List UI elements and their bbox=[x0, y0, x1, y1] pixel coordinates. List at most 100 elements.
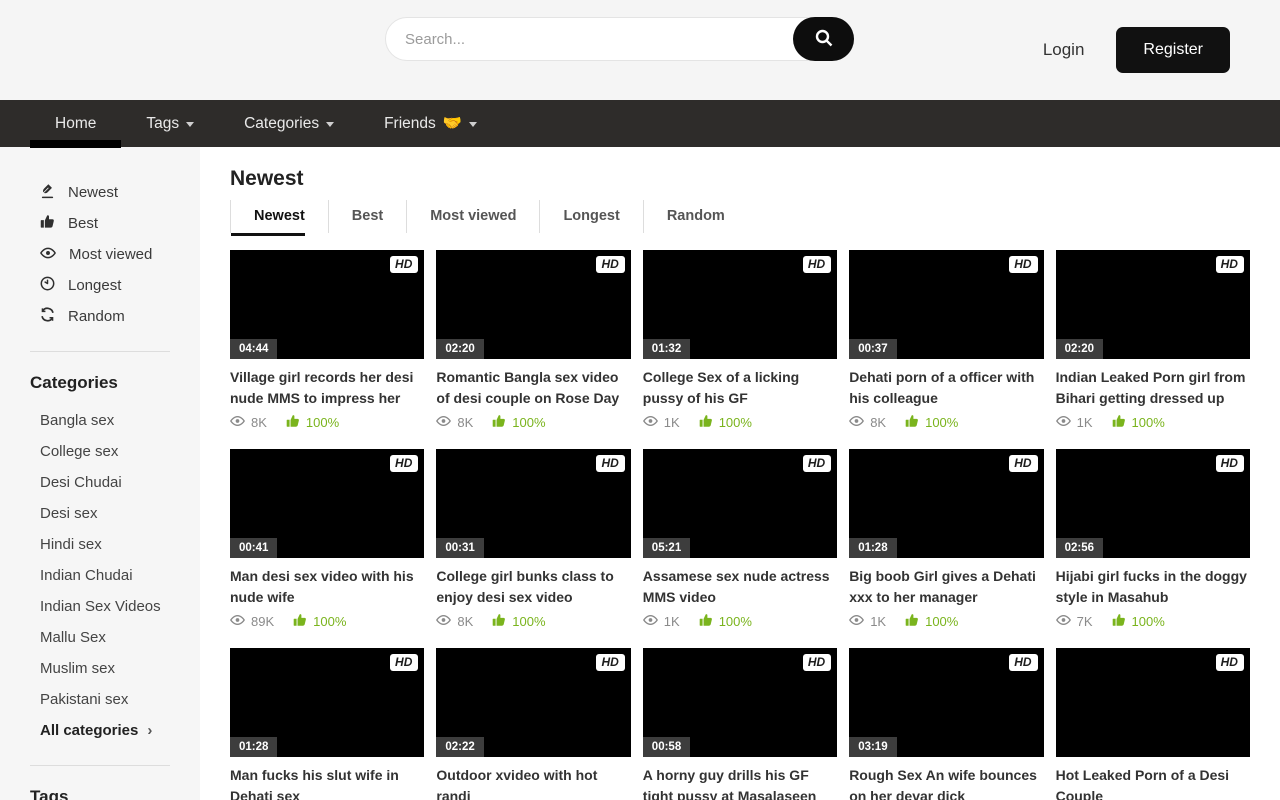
video-stats: 8K 100% bbox=[436, 613, 630, 630]
video-card[interactable]: HD 04:44 Village girl records her desi n… bbox=[230, 250, 424, 431]
video-title[interactable]: A horny guy drills his GF tight pussy at… bbox=[643, 765, 837, 800]
video-grid: HD 04:44 Village girl records her desi n… bbox=[230, 250, 1250, 800]
video-thumbnail[interactable]: HD 00:58 bbox=[643, 648, 837, 757]
rating: 100% bbox=[905, 414, 958, 431]
sidebar-category-link[interactable]: Mallu Sex bbox=[0, 622, 200, 653]
video-card[interactable]: HD 02:56 Hijabi girl fucks in the doggy … bbox=[1056, 449, 1250, 630]
video-title[interactable]: Indian Leaked Porn girl from Bihari gett… bbox=[1056, 367, 1250, 409]
video-thumbnail[interactable]: HD 02:22 bbox=[436, 648, 630, 757]
sort-tab[interactable]: Newest bbox=[230, 200, 328, 233]
video-thumbnail[interactable]: HD bbox=[1056, 648, 1250, 757]
video-thumbnail[interactable]: HD 01:28 bbox=[849, 449, 1043, 558]
video-thumbnail[interactable]: HD 05:21 bbox=[643, 449, 837, 558]
video-card[interactable]: HD 00:37 Dehati porn of a officer with h… bbox=[849, 250, 1043, 431]
video-title[interactable]: Big boob Girl gives a Dehati xxx to her … bbox=[849, 566, 1043, 608]
nav-item-tags[interactable]: Tags bbox=[121, 100, 219, 147]
video-title[interactable]: Romantic Bangla sex video of desi couple… bbox=[436, 367, 630, 409]
duration-badge: 00:37 bbox=[849, 339, 896, 359]
sort-tab[interactable]: Best bbox=[328, 200, 406, 233]
video-thumbnail[interactable]: HD 00:37 bbox=[849, 250, 1043, 359]
sidebar-category-link[interactable]: Pakistani sex bbox=[0, 684, 200, 715]
search-input[interactable] bbox=[385, 17, 854, 61]
hd-badge: HD bbox=[596, 256, 624, 273]
video-title[interactable]: Dehati porn of a officer with his collea… bbox=[849, 367, 1043, 409]
register-button[interactable]: Register bbox=[1116, 27, 1230, 73]
rating-value: 100% bbox=[1132, 614, 1165, 629]
sidebar-item-most-viewed[interactable]: Most viewed bbox=[0, 239, 200, 270]
video-thumbnail[interactable]: HD 02:20 bbox=[1056, 250, 1250, 359]
categories-heading: Categories bbox=[30, 373, 200, 393]
video-card[interactable]: HD 00:41 Man desi sex video with his nud… bbox=[230, 449, 424, 630]
video-title[interactable]: College Sex of a licking pussy of his GF bbox=[643, 367, 837, 409]
view-count: 89K bbox=[230, 614, 274, 629]
all-categories-link[interactable]: All categories bbox=[0, 715, 200, 746]
eye-icon bbox=[643, 415, 658, 430]
video-title[interactable]: Hot Leaked Porn of a Desi Couple bbox=[1056, 765, 1250, 800]
sidebar-item-best[interactable]: Best bbox=[0, 208, 200, 239]
video-title[interactable]: Rough Sex An wife bounces on her devar d… bbox=[849, 765, 1043, 800]
video-title[interactable]: College girl bunks class to enjoy desi s… bbox=[436, 566, 630, 608]
sidebar-category-link[interactable]: Muslim sex bbox=[0, 653, 200, 684]
video-card[interactable]: HD 05:21 Assamese sex nude actress MMS v… bbox=[643, 449, 837, 630]
nav-item-categories[interactable]: Categories bbox=[219, 100, 359, 147]
video-card[interactable]: HD 00:58 A horny guy drills his GF tight… bbox=[643, 648, 837, 800]
video-stats: 1K 100% bbox=[643, 414, 837, 431]
sidebar-category-link[interactable]: Indian Chudai bbox=[0, 560, 200, 591]
video-card[interactable]: HD 03:19 Rough Sex An wife bounces on he… bbox=[849, 648, 1043, 800]
sidebar-category-link[interactable]: College sex bbox=[0, 436, 200, 467]
eye-icon bbox=[1056, 614, 1071, 629]
nav-item-friends[interactable]: Friends 🤝 bbox=[359, 100, 502, 147]
sidebar-category-link[interactable]: Desi Chudai bbox=[0, 467, 200, 498]
video-thumbnail[interactable]: HD 02:20 bbox=[436, 250, 630, 359]
sidebar-category-link[interactable]: Desi sex bbox=[0, 498, 200, 529]
video-card[interactable]: HD 02:20 Indian Leaked Porn girl from Bi… bbox=[1056, 250, 1250, 431]
video-title[interactable]: Hijabi girl fucks in the doggy style in … bbox=[1056, 566, 1250, 608]
video-thumbnail[interactable]: HD 03:19 bbox=[849, 648, 1043, 757]
category-list: Bangla sexCollege sexDesi ChudaiDesi sex… bbox=[0, 405, 200, 715]
video-card[interactable]: HD 01:32 College Sex of a licking pussy … bbox=[643, 250, 837, 431]
video-thumbnail[interactable]: HD 00:31 bbox=[436, 449, 630, 558]
search-button[interactable] bbox=[793, 17, 854, 61]
duration-badge: 02:56 bbox=[1056, 538, 1103, 558]
pen-icon bbox=[40, 183, 55, 203]
duration-badge: 04:44 bbox=[230, 339, 277, 359]
view-count: 1K bbox=[643, 415, 680, 430]
hd-badge: HD bbox=[390, 256, 418, 273]
view-count: 8K bbox=[436, 614, 473, 629]
video-card[interactable]: HD 00:31 College girl bunks class to enj… bbox=[436, 449, 630, 630]
hd-badge: HD bbox=[596, 455, 624, 472]
video-card[interactable]: HD 02:20 Romantic Bangla sex video of de… bbox=[436, 250, 630, 431]
thumbs-up-icon bbox=[286, 414, 300, 431]
video-thumbnail[interactable]: HD 04:44 bbox=[230, 250, 424, 359]
video-card[interactable]: HD 02:22 Outdoor xvideo with hot randi bbox=[436, 648, 630, 800]
sidebar-category-link[interactable]: Indian Sex Videos bbox=[0, 591, 200, 622]
video-title[interactable]: Assamese sex nude actress MMS video bbox=[643, 566, 837, 608]
nav-item-home[interactable]: Home bbox=[30, 100, 121, 147]
view-count-value: 8K bbox=[251, 415, 267, 430]
video-thumbnail[interactable]: HD 02:56 bbox=[1056, 449, 1250, 558]
sidebar-item-longest[interactable]: Longest bbox=[0, 270, 200, 301]
sidebar-item-random[interactable]: Random bbox=[0, 301, 200, 332]
login-link[interactable]: Login bbox=[1043, 40, 1085, 60]
video-card[interactable]: HD 01:28 Man fucks his slut wife in Deha… bbox=[230, 648, 424, 800]
sidebar-item-label: Best bbox=[68, 215, 98, 232]
video-title[interactable]: Village girl records her desi nude MMS t… bbox=[230, 367, 424, 409]
sidebar-item-newest[interactable]: Newest bbox=[0, 177, 200, 208]
video-thumbnail[interactable]: HD 01:32 bbox=[643, 250, 837, 359]
video-title[interactable]: Man fucks his slut wife in Dehati sex bbox=[230, 765, 424, 800]
nav-item-label: Home bbox=[55, 115, 96, 133]
video-card[interactable]: HD 01:28 Big boob Girl gives a Dehati xx… bbox=[849, 449, 1043, 630]
sidebar-category-link[interactable]: Bangla sex bbox=[0, 405, 200, 436]
sort-tab[interactable]: Longest bbox=[539, 200, 642, 233]
video-stats: 7K 100% bbox=[1056, 613, 1250, 630]
video-title[interactable]: Outdoor xvideo with hot randi bbox=[436, 765, 630, 800]
eye-icon bbox=[1056, 415, 1071, 430]
sort-tab[interactable]: Random bbox=[643, 200, 748, 233]
sidebar-category-link[interactable]: Hindi sex bbox=[0, 529, 200, 560]
video-thumbnail[interactable]: HD 00:41 bbox=[230, 449, 424, 558]
video-title[interactable]: Man desi sex video with his nude wife bbox=[230, 566, 424, 608]
nav-item-label: Tags bbox=[146, 115, 179, 133]
sort-tab[interactable]: Most viewed bbox=[406, 200, 539, 233]
video-thumbnail[interactable]: HD 01:28 bbox=[230, 648, 424, 757]
video-card[interactable]: HD Hot Leaked Porn of a Desi Couple bbox=[1056, 648, 1250, 800]
